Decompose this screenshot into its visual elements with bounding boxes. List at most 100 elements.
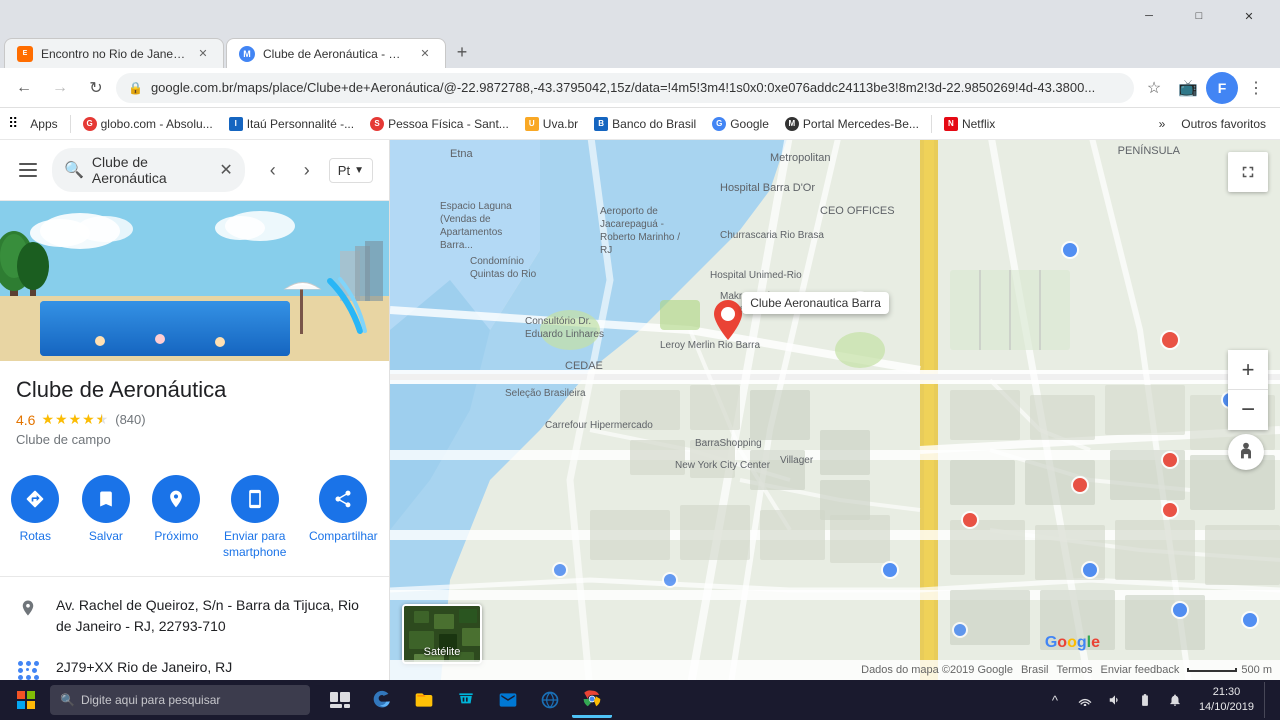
bookmark-google-favicon: G xyxy=(712,117,726,131)
plus-code-icon xyxy=(16,658,40,680)
store-icon xyxy=(456,690,476,710)
nav-bar: ← → ↻ 🔒 google.com.br/maps/place/Clube+d… xyxy=(0,68,1280,108)
taskbar-explorer[interactable] xyxy=(404,682,444,718)
taskbar-time-value: 21:30 xyxy=(1213,685,1241,700)
address-text: Av. Rachel de Queiroz, S/n - Barra da Ti… xyxy=(56,595,373,637)
taskbar-search-icon: 🔍 xyxy=(60,693,75,707)
minimize-button[interactable]: ─ xyxy=(1126,0,1172,32)
bookmark-globo[interactable]: G globo.com - Absolu... xyxy=(77,115,219,133)
start-button[interactable] xyxy=(4,682,48,718)
bookmark-bb[interactable]: B Banco do Brasil xyxy=(588,115,702,133)
place-photo[interactable] xyxy=(0,201,389,361)
enviar-button[interactable]: Enviar parasmartphone xyxy=(223,475,286,560)
tab-maps[interactable]: M Clube de Aeronáutica - Google ... ✕ xyxy=(226,38,446,68)
task-view-icon xyxy=(330,692,350,708)
taskbar-system-tray: ^ 21:30 14/10/2019 xyxy=(1041,682,1276,718)
bookmark-outros[interactable]: Outros favoritos xyxy=(1175,115,1272,133)
zoom-in-button[interactable]: + xyxy=(1228,350,1268,390)
proximo-button[interactable]: Próximo xyxy=(152,475,200,560)
taskbar: 🔍 Digite aqui para pesquisar xyxy=(0,680,1280,720)
map-feedback-link[interactable]: Enviar feedback xyxy=(1101,664,1180,676)
back-arrow-button[interactable]: ‹ xyxy=(257,154,289,186)
map-svg xyxy=(390,140,1280,680)
dot-grid-icon xyxy=(18,661,39,680)
zoom-out-button[interactable]: − xyxy=(1228,390,1268,430)
bookmark-more-button[interactable]: » xyxy=(1153,115,1172,133)
address-actions: ☆ 📺 F ⋮ xyxy=(1138,72,1272,104)
tab-title-maps: Clube de Aeronáutica - Google ... xyxy=(263,47,409,61)
rating-count: (840) xyxy=(115,412,145,427)
account-button[interactable]: F xyxy=(1206,72,1238,104)
taskbar-clock[interactable]: 21:30 14/10/2019 xyxy=(1191,685,1262,716)
poi-nyc: New York City Center xyxy=(675,460,770,471)
compartilhar-button[interactable]: Compartilhar xyxy=(309,475,378,560)
bookmark-google[interactable]: G Google xyxy=(706,115,775,133)
sys-show-desktop[interactable] xyxy=(1264,682,1272,718)
new-tab-button[interactable]: + xyxy=(448,38,476,66)
reload-button[interactable]: ↻ xyxy=(80,72,112,104)
taskbar-ie[interactable] xyxy=(530,682,570,718)
forward-arrow-button[interactable]: › xyxy=(291,154,323,186)
taskbar-search[interactable]: 🔍 Digite aqui para pesquisar xyxy=(50,685,310,715)
satellite-thumbnail[interactable]: Satélite xyxy=(402,604,482,664)
bookmark-santander-favicon: S xyxy=(370,117,384,131)
bookmark-star-button[interactable]: ☆ xyxy=(1138,72,1170,104)
map-marker[interactable]: Clube Aeronautica Barra xyxy=(714,300,742,345)
bookmark-mercedes[interactable]: M Portal Mercedes-Be... xyxy=(779,115,925,133)
map-fullscreen-button[interactable] xyxy=(1228,152,1268,192)
taskbar-date-value: 14/10/2019 xyxy=(1199,700,1254,715)
bookmark-santander[interactable]: S Pessoa Física - Sant... xyxy=(364,115,515,133)
hamburger-menu-button[interactable] xyxy=(12,154,44,186)
poi-peninsula: PENÍNSULA xyxy=(1118,145,1180,157)
bookmark-mercedes-label: Portal Mercedes-Be... xyxy=(803,117,919,131)
bookmark-itau[interactable]: I Itaú Personnalité -... xyxy=(223,115,360,133)
map-area[interactable]: Clube Aeronautica Barra Etna Metropolita… xyxy=(390,140,1280,680)
bookmark-uva-favicon: U xyxy=(525,117,539,131)
bookmark-apps[interactable]: Apps xyxy=(24,115,63,133)
address-bar[interactable]: 🔒 google.com.br/maps/place/Clube+de+Aero… xyxy=(116,73,1134,103)
taskbar-edge[interactable] xyxy=(362,682,402,718)
bookmark-netflix-label: Netflix xyxy=(962,117,995,131)
rotas-button[interactable]: Rotas xyxy=(11,475,59,560)
tab-close-encontro[interactable]: ✕ xyxy=(195,46,211,62)
forward-button[interactable]: → xyxy=(44,72,76,104)
sys-chevron[interactable]: ^ xyxy=(1041,682,1069,718)
maximize-button[interactable]: □ xyxy=(1176,0,1222,32)
salvar-button[interactable]: Salvar xyxy=(82,475,130,560)
taskbar-chrome[interactable] xyxy=(572,682,612,718)
taskbar-store[interactable] xyxy=(446,682,486,718)
search-input-wrap: 🔍 Clube de Aeronáutica ✕ xyxy=(52,148,245,192)
mail-icon xyxy=(498,690,518,710)
tab-favicon-maps: M xyxy=(239,46,255,62)
salvar-label: Salvar xyxy=(89,529,123,545)
bookmark-mercedes-favicon: M xyxy=(785,117,799,131)
poi-etna: Etna xyxy=(450,148,473,160)
back-button[interactable]: ← xyxy=(8,72,40,104)
menu-button[interactable]: ⋮ xyxy=(1240,72,1272,104)
poi-espacio: Espacio Laguna (Vendas de Apartamentos B… xyxy=(440,200,520,252)
taskbar-task-view[interactable] xyxy=(320,682,360,718)
place-photo-svg xyxy=(0,201,389,361)
search-input-text: Clube de Aeronáutica xyxy=(92,154,211,186)
sys-network[interactable] xyxy=(1071,682,1099,718)
taskbar-mail[interactable] xyxy=(488,682,528,718)
title-bar: ─ □ ✕ xyxy=(0,0,1280,32)
chrome-icon xyxy=(582,689,602,709)
bookmark-uva[interactable]: U Uva.br xyxy=(519,115,584,133)
sys-battery[interactable] xyxy=(1131,682,1159,718)
bookmark-netflix[interactable]: N Netflix xyxy=(938,115,1001,133)
cast-button[interactable]: 📺 xyxy=(1172,72,1204,104)
sys-action-center[interactable] xyxy=(1161,682,1189,718)
close-button[interactable]: ✕ xyxy=(1226,0,1272,32)
salvar-icon xyxy=(82,475,130,523)
pegman-button[interactable] xyxy=(1228,434,1264,470)
tab-close-maps[interactable]: ✕ xyxy=(417,46,433,62)
bookmark-netflix-favicon: N xyxy=(944,117,958,131)
map-terms-link[interactable]: Termos xyxy=(1056,664,1092,676)
language-selector[interactable]: Pt ▼ xyxy=(329,158,373,183)
language-label: Pt xyxy=(338,163,350,178)
tab-encontro[interactable]: E Encontro no Rio de Janeiro dia... ✕ xyxy=(4,38,224,68)
taskbar-search-placeholder: Digite aqui para pesquisar xyxy=(81,693,220,707)
sys-sound[interactable] xyxy=(1101,682,1129,718)
clear-search-button[interactable]: ✕ xyxy=(219,160,232,180)
